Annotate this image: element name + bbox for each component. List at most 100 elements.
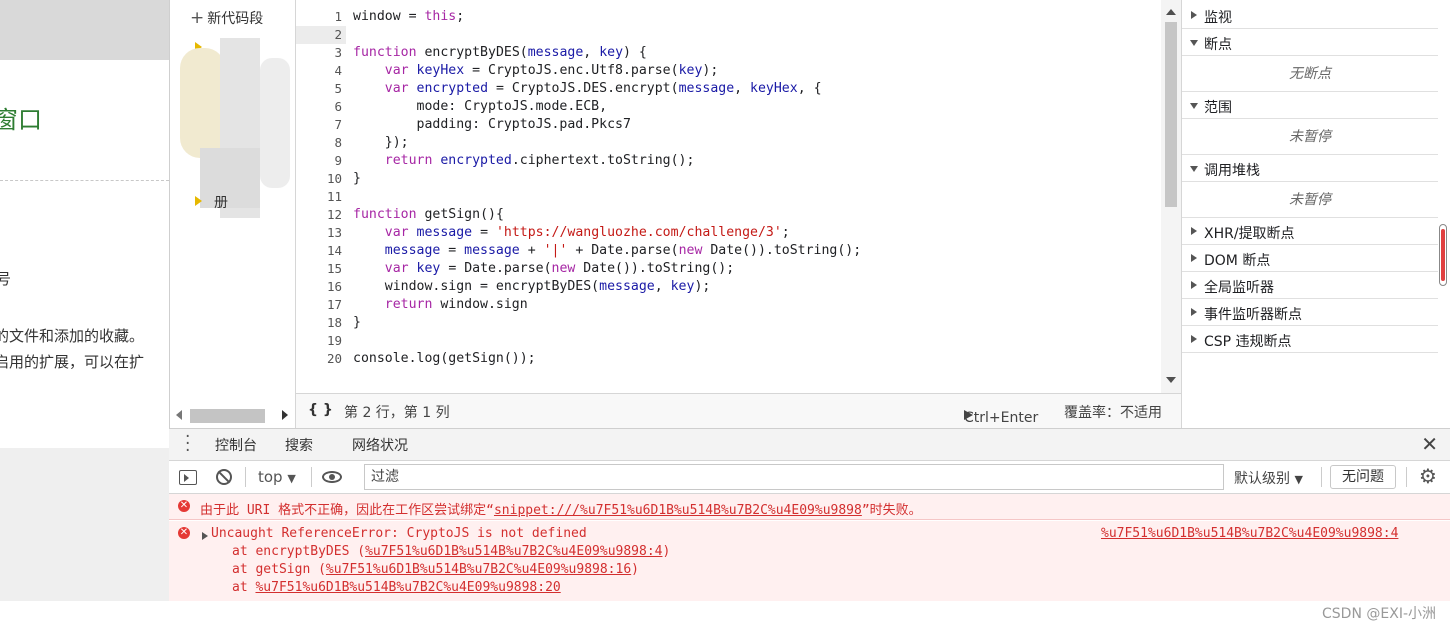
- variable-token: message: [599, 279, 655, 294]
- error-source-link[interactable]: %u7F51%u6D1B%u514B%u7B2C%u4E09%u9898:4: [1101, 526, 1398, 541]
- stack-frame-text: at: [232, 580, 256, 595]
- sidebar-scrollbar[interactable]: [1439, 224, 1447, 286]
- code-line[interactable]: function encryptByDES(message, key) {: [353, 44, 1161, 62]
- code-line[interactable]: var keyHex = CryptoJS.enc.Utf8.parse(key…: [353, 62, 1161, 80]
- code-line[interactable]: window.sign = encryptByDES(message, key)…: [353, 278, 1161, 296]
- function-name-token: encryptByDES: [424, 45, 520, 60]
- line-number[interactable]: 14: [296, 242, 346, 260]
- console-messages: ✕ 由于此 URI 格式不正确，因此在工作区尝试绑定“snippet:///%u…: [169, 494, 1450, 622]
- page-header-bar: [0, 0, 169, 60]
- line-number[interactable]: 13: [296, 224, 346, 242]
- section-event-listener-breakpoints[interactable]: 事件监听器断点: [1182, 299, 1438, 326]
- code-line[interactable]: }: [353, 170, 1161, 188]
- code-line[interactable]: return window.sign: [353, 296, 1161, 314]
- line-number[interactable]: 8: [296, 134, 346, 152]
- stack-frame-link[interactable]: %u7F51%u6D1B%u514B%u7B2C%u4E09%u9898:4: [365, 544, 662, 559]
- keyword-token: return: [384, 153, 433, 168]
- gear-icon[interactable]: ⚙: [1419, 464, 1437, 488]
- section-dom-breakpoints[interactable]: DOM 断点: [1182, 245, 1438, 272]
- line-number[interactable]: 18: [296, 314, 346, 332]
- code-line[interactable]: console.log(getSign());: [353, 350, 1161, 368]
- line-number[interactable]: 12: [296, 206, 346, 224]
- pretty-print-icon[interactable]: { }: [308, 402, 333, 418]
- callstack-empty: 未暂停: [1182, 182, 1438, 218]
- error-message[interactable]: Uncaught ReferenceError: CryptoJS is not…: [211, 526, 587, 541]
- code-line[interactable]: });: [353, 134, 1161, 152]
- code-line[interactable]: [353, 26, 1161, 44]
- tab-search[interactable]: 搜索: [285, 435, 313, 455]
- blurred-snippet-list[interactable]: [180, 38, 300, 218]
- line-number[interactable]: 15: [296, 260, 346, 278]
- section-label: DOM 断点: [1204, 253, 1271, 269]
- line-number[interactable]: 1: [296, 8, 346, 26]
- code-line[interactable]: message = message + '|' + Date.parse(new…: [353, 242, 1161, 260]
- code-line[interactable]: mode: CryptoJS.mode.ECB,: [353, 98, 1161, 116]
- issues-button[interactable]: 无问题: [1330, 465, 1396, 489]
- section-watch[interactable]: 监视: [1182, 2, 1438, 29]
- chevron-down-icon: [1190, 103, 1198, 109]
- tab-network-conditions[interactable]: 网络状况: [352, 435, 408, 455]
- stack-frame-link[interactable]: %u7F51%u6D1B%u514B%u7B2C%u4E09%u9898:20: [255, 580, 560, 595]
- code-line[interactable]: }: [353, 314, 1161, 332]
- code-content[interactable]: window = this; function encryptByDES(mess…: [353, 8, 1161, 368]
- stack-frame-text: at getSign (: [232, 562, 326, 577]
- clear-console-icon[interactable]: [216, 469, 232, 485]
- line-number[interactable]: 5: [296, 80, 346, 98]
- line-number[interactable]: 20: [296, 350, 346, 368]
- stack-frame-link[interactable]: %u7F51%u6D1B%u514B%u7B2C%u4E09%u9898:16: [326, 562, 631, 577]
- code-line[interactable]: [353, 188, 1161, 206]
- new-snippet-button[interactable]: + 新代码段: [190, 8, 263, 28]
- line-number[interactable]: 10: [296, 170, 346, 188]
- variable-token: keyHex: [750, 81, 798, 96]
- scroll-up-icon[interactable]: [1166, 9, 1176, 15]
- close-icon[interactable]: ✕: [1421, 432, 1438, 456]
- scroll-thumb[interactable]: [1165, 22, 1177, 207]
- error-link[interactable]: snippet:///%u7F51%u6D1B%u514B%u7B2C%u4E0…: [494, 503, 862, 518]
- line-number[interactable]: 16: [296, 278, 346, 296]
- eye-icon[interactable]: [322, 471, 342, 483]
- section-csp-breakpoints[interactable]: CSP 违规断点: [1182, 326, 1438, 353]
- code-line[interactable]: [353, 332, 1161, 350]
- code-line[interactable]: var message = 'https://wangluozhe.com/ch…: [353, 224, 1161, 242]
- section-global-listeners[interactable]: 全局监听器: [1182, 272, 1438, 299]
- context-selector[interactable]: top ▼: [258, 468, 296, 486]
- line-number[interactable]: 2: [296, 26, 346, 44]
- line-number[interactable]: 19: [296, 332, 346, 350]
- section-callstack[interactable]: 调用堆栈: [1182, 155, 1438, 182]
- line-number[interactable]: 6: [296, 98, 346, 116]
- log-level-dropdown[interactable]: 默认级别 ▼: [1234, 468, 1303, 488]
- more-tabs-icon[interactable]: · · ·: [185, 429, 190, 460]
- expand-icon[interactable]: [202, 532, 208, 540]
- scroll-right-icon[interactable]: [282, 410, 288, 420]
- scroll-down-icon[interactable]: [1166, 377, 1176, 383]
- keyword-token: function: [353, 45, 417, 60]
- code-line[interactable]: padding: CryptoJS.pad.Pkcs7: [353, 116, 1161, 134]
- line-number[interactable]: 4: [296, 62, 346, 80]
- line-number[interactable]: 11: [296, 188, 346, 206]
- scroll-left-icon[interactable]: [176, 410, 182, 420]
- log-level-label: 默认级别: [1234, 471, 1290, 487]
- code-line[interactable]: window = this;: [353, 8, 1161, 26]
- editor-vertical-scrollbar[interactable]: [1161, 0, 1181, 393]
- scroll-thumb[interactable]: [1441, 229, 1445, 281]
- sidebar-toggle-icon[interactable]: [179, 470, 197, 485]
- section-xhr-breakpoints[interactable]: XHR/提取断点: [1182, 218, 1438, 245]
- tab-console[interactable]: 控制台: [215, 435, 257, 463]
- code-line[interactable]: return encrypted.ciphertext.toString();: [353, 152, 1161, 170]
- section-scope[interactable]: 范围: [1182, 92, 1438, 119]
- variable-token: key: [416, 261, 441, 276]
- code-line[interactable]: function getSign(){: [353, 206, 1161, 224]
- scroll-thumb[interactable]: [190, 409, 265, 423]
- line-number[interactable]: 9: [296, 152, 346, 170]
- code-editor[interactable]: 1 2 3 4 5 6 7 8 9 10 11 12 13 14 15 16 17 18 19 20 window =…: [296, 0, 1181, 393]
- function-name-token: getSign: [424, 207, 481, 222]
- filter-input[interactable]: 过滤: [364, 464, 1224, 490]
- code-line[interactable]: var encrypted = CryptoJS.DES.encrypt(mes…: [353, 80, 1161, 98]
- code-line[interactable]: var key = Date.parse(new Date()).toStrin…: [353, 260, 1161, 278]
- snippet-file-name-fragment[interactable]: 册: [214, 192, 228, 212]
- line-number[interactable]: 3: [296, 44, 346, 62]
- navigator-horizontal-scrollbar[interactable]: [170, 404, 296, 426]
- section-breakpoints[interactable]: 断点: [1182, 29, 1438, 56]
- line-number[interactable]: 17: [296, 296, 346, 314]
- line-number[interactable]: 7: [296, 116, 346, 134]
